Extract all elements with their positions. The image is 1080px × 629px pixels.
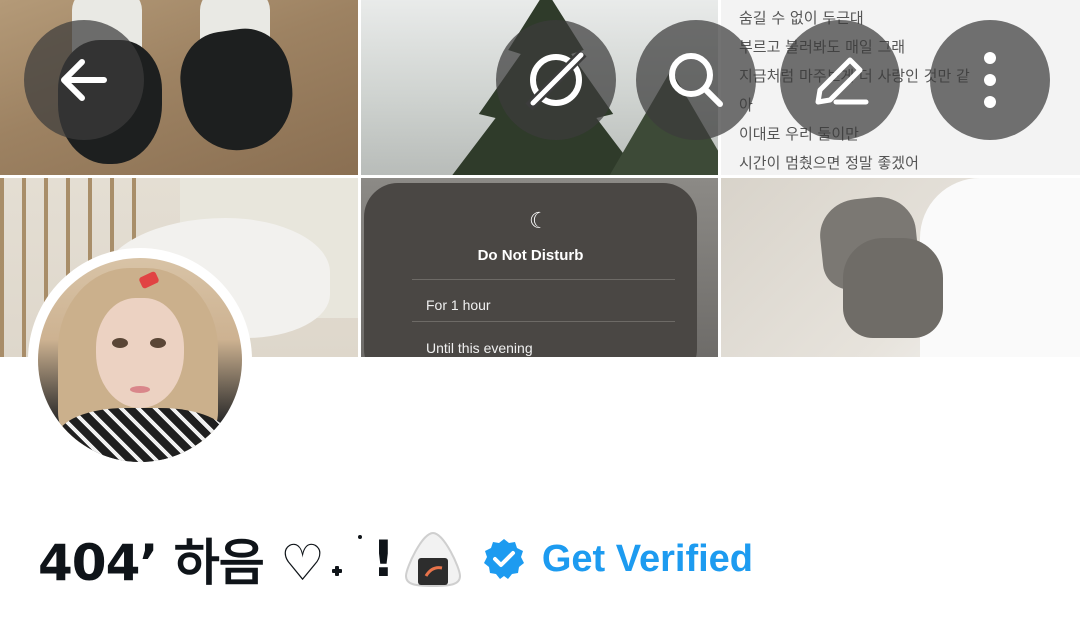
verified-badge-icon[interactable] — [482, 537, 526, 581]
search-icon — [669, 53, 723, 107]
display-name: 404’ 하음 ♡ — [38, 534, 325, 592]
moon-icon: ☾ — [529, 209, 549, 234]
dnd-option: For 1 hour — [426, 297, 491, 313]
back-button[interactable] — [24, 20, 144, 140]
profile-name-row: 404’ 하음 ♡ ! Get Verified — [38, 524, 753, 594]
rice-ball-icon — [404, 531, 461, 588]
get-verified-link[interactable]: Get Verified — [542, 538, 753, 581]
display-name-end: ! — [372, 530, 395, 588]
avatar[interactable] — [28, 248, 252, 472]
avatar-photo — [38, 258, 242, 462]
sparkle-decoration — [324, 529, 372, 589]
vertical-ellipsis-icon — [984, 52, 996, 108]
banner-photo-do-not-disturb: ☾ Do Not Disturb For 1 hour Until this e… — [361, 178, 718, 357]
dnd-option: Until this evening — [426, 340, 533, 356]
more-options-button[interactable] — [930, 20, 1050, 140]
dnd-title: Do Not Disturb — [477, 247, 584, 264]
edit-button[interactable] — [780, 20, 900, 140]
grok-icon — [525, 49, 587, 111]
search-button[interactable] — [636, 20, 756, 140]
grok-button[interactable] — [496, 20, 616, 140]
arrow-left-icon — [61, 59, 107, 101]
banner-photo-slippers — [721, 178, 1080, 357]
pencil-icon — [815, 57, 869, 105]
